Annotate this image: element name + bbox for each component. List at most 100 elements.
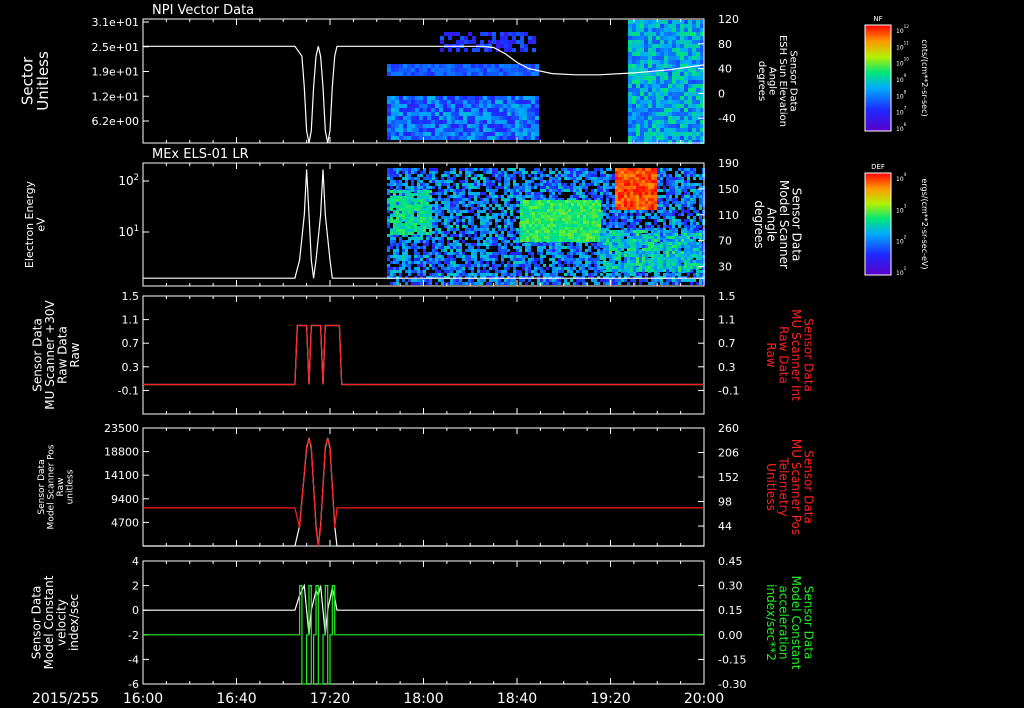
heatmap-cell — [688, 44, 692, 48]
heatmap-cell — [423, 183, 426, 186]
heatmap-cell — [532, 212, 535, 215]
heatmap-cell — [526, 206, 529, 209]
heatmap-cell — [387, 258, 390, 261]
heatmap-cell — [692, 128, 696, 132]
heatmap-cell — [441, 282, 444, 285]
heatmap-cell — [636, 128, 640, 132]
heatmap-cell — [414, 205, 417, 208]
heatmap-cell — [488, 40, 492, 44]
heatmap-cell — [456, 249, 459, 252]
heatmap-cell — [573, 192, 576, 195]
heatmap-cell — [618, 225, 621, 228]
heatmap-cell — [477, 168, 480, 171]
heatmap-cell — [579, 174, 582, 177]
heatmap-cell — [660, 279, 663, 282]
heatmap-cell — [453, 207, 456, 210]
heatmap-cell — [486, 261, 489, 264]
heatmap-cell — [489, 255, 492, 258]
heatmap-cell — [543, 183, 546, 186]
heatmap-cell — [648, 52, 652, 56]
heatmap-cell — [395, 72, 399, 76]
heatmap-cell — [402, 183, 405, 186]
heatmap-cell — [483, 177, 486, 180]
heatmap-cell — [403, 120, 407, 124]
heatmap-cell — [632, 32, 636, 36]
heatmap-cell — [656, 80, 660, 84]
heatmap-cell — [594, 270, 597, 273]
heatmap-cell — [586, 209, 589, 212]
heatmap-cell — [472, 40, 476, 44]
heatmap-cell — [531, 132, 535, 136]
heatmap-cell — [516, 243, 519, 246]
heatmap-cell — [541, 224, 544, 227]
heatmap-cell — [567, 174, 570, 177]
heatmap-cell — [450, 216, 453, 219]
panel-title: NPI Vector Data — [152, 3, 254, 18]
heatmap-cell — [696, 56, 700, 60]
heatmap-cell — [411, 68, 415, 72]
heatmap-cell — [405, 205, 408, 208]
heatmap-cell — [594, 261, 597, 264]
heatmap-cell — [579, 171, 582, 174]
heatmap-cell — [666, 198, 669, 201]
heatmap-cell — [547, 212, 550, 215]
heatmap-cell — [456, 48, 460, 52]
heatmap-cell — [571, 236, 574, 239]
heatmap-cell — [582, 255, 585, 258]
heatmap-cell — [483, 120, 487, 124]
heatmap-cell — [435, 234, 438, 237]
heatmap-cell — [606, 201, 609, 204]
heatmap-cell — [644, 84, 648, 88]
y2-tick-label: -40 — [718, 112, 736, 125]
heatmap-cell — [579, 255, 582, 258]
heatmap-cell — [516, 249, 519, 252]
heatmap-cell — [408, 196, 411, 199]
heatmap-cell — [549, 264, 552, 267]
heatmap-cell — [399, 100, 403, 104]
heatmap-cell — [444, 267, 447, 270]
heatmap-cell — [660, 204, 663, 207]
heatmap-cell — [538, 224, 541, 227]
heatmap-cell — [537, 258, 540, 261]
heatmap-cell — [499, 116, 503, 120]
heatmap-cell — [507, 195, 510, 198]
heatmap-cell — [423, 72, 427, 76]
heatmap-cell — [680, 96, 684, 100]
heatmap-cell — [612, 204, 615, 207]
heatmap-cell — [507, 231, 510, 234]
heatmap-cell — [594, 243, 597, 246]
heatmap-cell — [513, 261, 516, 264]
heatmap-cell — [453, 279, 456, 282]
heatmap-cell — [552, 186, 555, 189]
heatmap-cell — [582, 264, 585, 267]
heatmap-cell — [393, 196, 396, 199]
heatmap-cell — [489, 210, 492, 213]
heatmap-cell — [660, 168, 663, 171]
heatmap-cell — [648, 88, 652, 92]
heatmap-cell — [390, 196, 393, 199]
heatmap-cell — [680, 112, 684, 116]
heatmap-cell — [669, 183, 672, 186]
heatmap-cell — [528, 192, 531, 195]
heatmap-cell — [447, 252, 450, 255]
heatmap-cell — [669, 207, 672, 210]
heatmap-cell — [414, 199, 417, 202]
heatmap-cell — [556, 218, 559, 221]
heatmap-cell — [684, 116, 688, 120]
heatmap-cell — [405, 214, 408, 217]
heatmap-cell — [432, 264, 435, 267]
heatmap-cell — [663, 216, 666, 219]
heatmap-cell — [579, 264, 582, 267]
heatmap-cell — [540, 246, 543, 249]
heatmap-cell — [573, 171, 576, 174]
heatmap-cell — [690, 186, 693, 189]
heatmap-cell — [496, 44, 500, 48]
heatmap-cell — [447, 255, 450, 258]
heatmap-cell — [488, 32, 492, 36]
heatmap-cell — [403, 128, 407, 132]
heatmap-cell — [471, 228, 474, 231]
heatmap-cell — [531, 270, 534, 273]
heatmap-cell — [597, 243, 600, 246]
heatmap-cell — [574, 200, 577, 203]
heatmap-cell — [513, 258, 516, 261]
